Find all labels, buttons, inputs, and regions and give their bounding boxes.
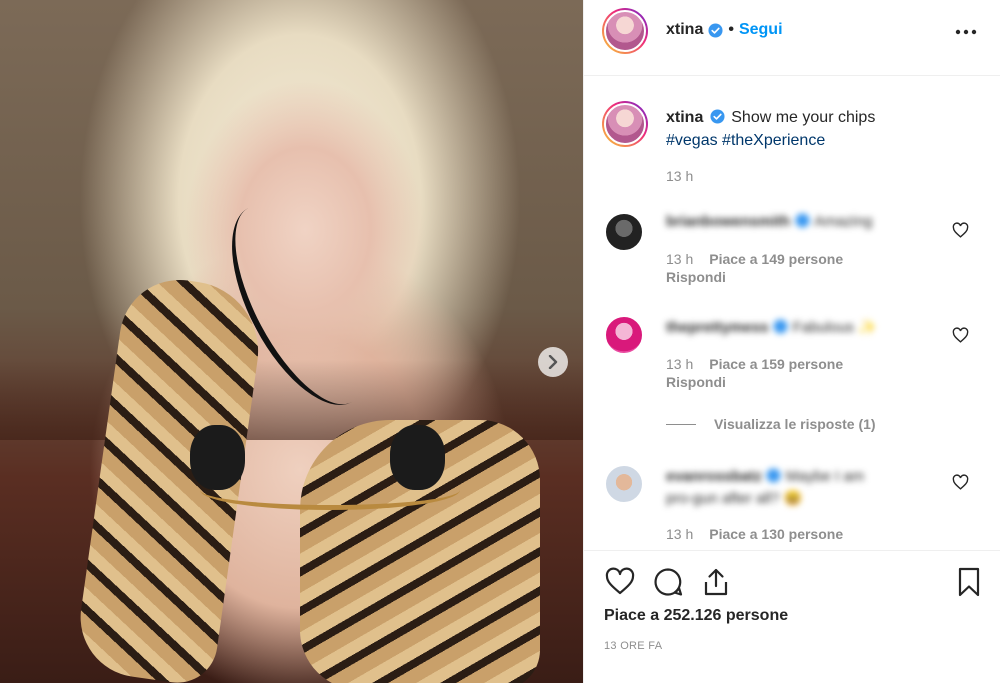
comment-text: Amazing — [814, 213, 873, 230]
more-options-icon — [955, 29, 977, 35]
caption-timestamp[interactable]: 13 h — [666, 168, 693, 184]
comment-avatar[interactable] — [604, 212, 644, 252]
comment-username[interactable]: evanrossbatz — [666, 468, 762, 485]
comment-like-heart-icon[interactable] — [952, 327, 969, 344]
comment-text-continued: pro-gun after all? 😆 — [666, 490, 803, 507]
avatar-image — [604, 10, 646, 52]
caption-text: Show me your chips — [731, 109, 876, 126]
more-options-button[interactable] — [951, 22, 981, 42]
comment-timestamp[interactable]: 13 h — [666, 526, 693, 542]
view-replies-button[interactable]: Visualizza le risposte (1) — [666, 416, 876, 432]
caption-username[interactable]: xtina — [666, 109, 703, 126]
reply-button[interactable]: Rispondi — [666, 374, 726, 390]
view-replies-label: Visualizza le risposte (1) — [714, 416, 876, 432]
comment-likes[interactable]: Piace a 149 persone — [709, 251, 843, 267]
avatar[interactable] — [602, 8, 648, 54]
view-replies-line — [666, 423, 696, 425]
comment-avatar[interactable] — [604, 464, 644, 504]
bookmark-icon[interactable] — [953, 566, 985, 598]
comment-timestamp[interactable]: 13 h — [666, 356, 693, 372]
photo-detail-left — [190, 425, 245, 490]
comment-meta: 13 h Piace a 130 persone — [666, 526, 843, 542]
caption-avatar-image — [604, 103, 646, 145]
comment-avatar[interactable] — [604, 315, 644, 355]
comment-likes[interactable]: Piace a 130 persone — [709, 526, 843, 542]
carousel-next-button[interactable] — [538, 347, 568, 377]
comment-like-heart-icon[interactable] — [952, 474, 969, 491]
comment-body: theprettymess Fabulous ✨ — [666, 318, 877, 337]
comment-timestamp[interactable]: 13 h — [666, 251, 693, 267]
header-user-row: xtina • Segui — [666, 21, 783, 39]
comment-like-heart-icon[interactable] — [952, 222, 969, 239]
comment-body: evanrossbatz Maybe I am pro-gun after al… — [666, 466, 926, 510]
verified-badge-icon — [795, 213, 810, 228]
comment-text: Maybe I am — [785, 468, 865, 485]
verified-badge-icon — [773, 319, 788, 334]
caption-hashtags[interactable]: #vegas #theXperience — [666, 132, 825, 149]
comment-likes[interactable]: Piace a 159 persone — [709, 356, 843, 372]
header-username[interactable]: xtina — [666, 21, 703, 39]
post-photo[interactable] — [0, 0, 583, 683]
comment-meta: 13 h Piace a 149 persone — [666, 251, 843, 267]
comment-avatar-image — [604, 315, 644, 355]
comment-avatar-image — [604, 464, 644, 504]
share-icon[interactable] — [700, 566, 732, 598]
verified-badge-icon — [708, 22, 723, 38]
follow-button[interactable]: Segui — [739, 21, 783, 39]
caption-avatar[interactable] — [602, 101, 648, 147]
verified-badge-icon — [710, 109, 725, 124]
comment-text: Fabulous ✨ — [792, 319, 878, 336]
post-caption: xtina Show me your chips #vegas #theXper… — [666, 106, 966, 152]
post-timestamp[interactable]: 13 ORE FA — [604, 640, 662, 652]
comment-username[interactable]: theprettymess — [666, 319, 769, 336]
reply-button[interactable]: Rispondi — [666, 269, 726, 285]
comment-icon[interactable] — [652, 566, 684, 598]
post-side-panel: xtina • Segui xtina Show me your chips #… — [583, 0, 1000, 683]
verified-badge-icon — [766, 468, 781, 483]
separator-dot: • — [728, 21, 734, 38]
comment-body: brianbowensmith Amazing — [666, 213, 872, 231]
chevron-right-icon — [548, 355, 558, 369]
photo-detail-right — [390, 425, 445, 490]
comment-username[interactable]: brianbowensmith — [666, 213, 790, 230]
comment-avatar-image — [604, 212, 644, 252]
post-header: xtina • Segui — [584, 0, 1000, 76]
post-likes-count[interactable]: Piace a 252.126 persone — [604, 607, 788, 625]
comment-meta: 13 h Piace a 159 persone — [666, 356, 843, 372]
heart-icon[interactable] — [604, 566, 636, 598]
